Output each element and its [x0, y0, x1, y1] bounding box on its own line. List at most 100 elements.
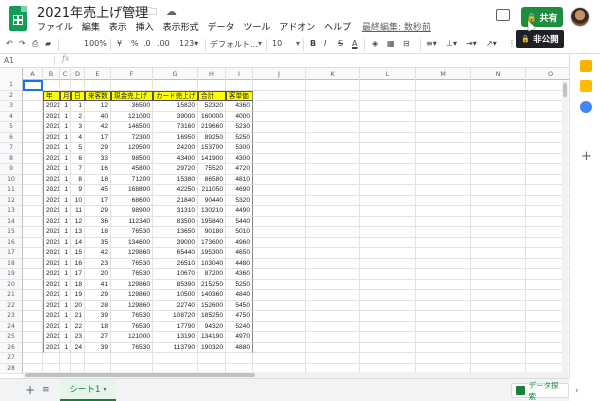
- table-cell[interactable]: 2021: [43, 101, 60, 112]
- table-cell[interactable]: 13: [71, 227, 85, 238]
- grid-cell[interactable]: [23, 258, 43, 269]
- table-cell[interactable]: 2021: [43, 216, 60, 227]
- menu-addons[interactable]: アドオン: [279, 23, 315, 33]
- table-cell[interactable]: 1: [60, 195, 71, 206]
- table-cell[interactable]: 2021: [43, 185, 60, 196]
- grid-cell[interactable]: [471, 143, 526, 154]
- grid-cell[interactable]: [306, 174, 360, 185]
- grid-cell[interactable]: [471, 195, 526, 206]
- table-cell[interactable]: 21: [71, 311, 85, 322]
- table-cell[interactable]: 146500: [111, 122, 153, 133]
- grid-cell[interactable]: [23, 227, 43, 238]
- table-cell[interactable]: 1: [60, 237, 71, 248]
- table-cell[interactable]: 185250: [198, 311, 226, 322]
- grid-cell[interactable]: [23, 111, 43, 122]
- table-cell[interactable]: 5440: [226, 216, 253, 227]
- table-cell[interactable]: 152600: [198, 300, 226, 311]
- grid-cell[interactable]: [23, 353, 43, 364]
- table-cell[interactable]: 42250: [153, 185, 198, 196]
- grid-cell[interactable]: [253, 101, 306, 112]
- number-format-select[interactable]: 123▾: [179, 39, 198, 48]
- grid-cell[interactable]: [23, 122, 43, 133]
- table-cell[interactable]: 2021: [43, 132, 60, 143]
- table-cell[interactable]: 1: [60, 185, 71, 196]
- grid-cell[interactable]: [23, 195, 43, 206]
- table-cell[interactable]: 39: [85, 342, 111, 353]
- grid-cell[interactable]: [111, 80, 153, 91]
- grid-cell[interactable]: [306, 80, 360, 91]
- percent-button[interactable]: %: [131, 39, 139, 48]
- grid-cell[interactable]: [360, 279, 416, 290]
- grid-cell[interactable]: [360, 332, 416, 343]
- grid-cell[interactable]: [471, 80, 526, 91]
- grid-cell[interactable]: [360, 227, 416, 238]
- grid-cell[interactable]: [471, 122, 526, 133]
- table-cell[interactable]: 4840: [226, 290, 253, 301]
- grid-cell[interactable]: [416, 174, 471, 185]
- table-cell[interactable]: 1: [60, 174, 71, 185]
- table-cell[interactable]: 5: [71, 143, 85, 154]
- grid-cell[interactable]: [71, 80, 85, 91]
- table-cell[interactable]: 75520: [198, 164, 226, 175]
- table-cell[interactable]: 76530: [111, 311, 153, 322]
- grid-cell[interactable]: [253, 132, 306, 143]
- table-cell[interactable]: 4880: [226, 342, 253, 353]
- tab-sheet1[interactable]: シート1 ▾: [60, 379, 116, 401]
- table-cell[interactable]: 20: [85, 269, 111, 280]
- grid-cell[interactable]: [360, 342, 416, 353]
- table-cell[interactable]: 129500: [111, 143, 153, 154]
- grid-cell[interactable]: [253, 321, 306, 332]
- grid-cell[interactable]: [360, 258, 416, 269]
- row-header[interactable]: 24: [0, 321, 23, 332]
- chevron-down-icon[interactable]: ▾: [103, 386, 106, 393]
- grid-cell[interactable]: [416, 185, 471, 196]
- table-cell[interactable]: 39: [85, 311, 111, 322]
- table-cell[interactable]: 40: [85, 111, 111, 122]
- table-cell[interactable]: 29: [85, 143, 111, 154]
- table-cell[interactable]: 71200: [111, 174, 153, 185]
- column-header[interactable]: M: [416, 68, 471, 80]
- bold-button[interactable]: B: [310, 39, 316, 48]
- grid-cell[interactable]: [306, 185, 360, 196]
- table-cell[interactable]: 2021: [43, 195, 60, 206]
- grid-cell[interactable]: [23, 237, 43, 248]
- grid-cell[interactable]: [60, 353, 71, 364]
- grid-cell[interactable]: [253, 174, 306, 185]
- table-cell[interactable]: 153700: [198, 143, 226, 154]
- grid-cell[interactable]: [471, 342, 526, 353]
- table-cell[interactable]: 211050: [198, 185, 226, 196]
- grid-cell[interactable]: [306, 206, 360, 217]
- table-cell[interactable]: 13190: [153, 332, 198, 343]
- grid-cell[interactable]: [360, 132, 416, 143]
- column-header[interactable]: E: [85, 68, 111, 80]
- grid-cell[interactable]: [253, 185, 306, 196]
- row-header[interactable]: 4: [0, 111, 23, 122]
- grid-cell[interactable]: [360, 143, 416, 154]
- grid-cell[interactable]: [416, 132, 471, 143]
- grid-cell[interactable]: [253, 258, 306, 269]
- table-cell[interactable]: 76530: [111, 269, 153, 280]
- table-cell[interactable]: 12: [85, 101, 111, 112]
- grid-cell[interactable]: [416, 332, 471, 343]
- font-family-select[interactable]: デフォルト...: [210, 39, 258, 50]
- row-header[interactable]: 12: [0, 195, 23, 206]
- table-cell[interactable]: 4960: [226, 237, 253, 248]
- table-cell[interactable]: 36: [85, 216, 111, 227]
- grid-cell[interactable]: [23, 164, 43, 175]
- grid-cell[interactable]: [360, 195, 416, 206]
- row-header[interactable]: 5: [0, 122, 23, 133]
- row-header[interactable]: 23: [0, 311, 23, 322]
- grid-cell[interactable]: [416, 80, 471, 91]
- font-size-select[interactable]: 10: [272, 39, 282, 48]
- table-cell[interactable]: 2021: [43, 143, 60, 154]
- tasks-icon[interactable]: [580, 101, 592, 113]
- table-cell[interactable]: 2021: [43, 290, 60, 301]
- text-color-button[interactable]: A: [352, 39, 357, 48]
- table-header-cell[interactable]: 現金売上げ: [111, 90, 153, 101]
- table-cell[interactable]: 90180: [198, 227, 226, 238]
- grid-cell[interactable]: [416, 206, 471, 217]
- table-cell[interactable]: 83500: [153, 216, 198, 227]
- table-cell[interactable]: 42: [85, 122, 111, 133]
- table-cell[interactable]: 16950: [153, 132, 198, 143]
- table-cell[interactable]: 1: [60, 342, 71, 353]
